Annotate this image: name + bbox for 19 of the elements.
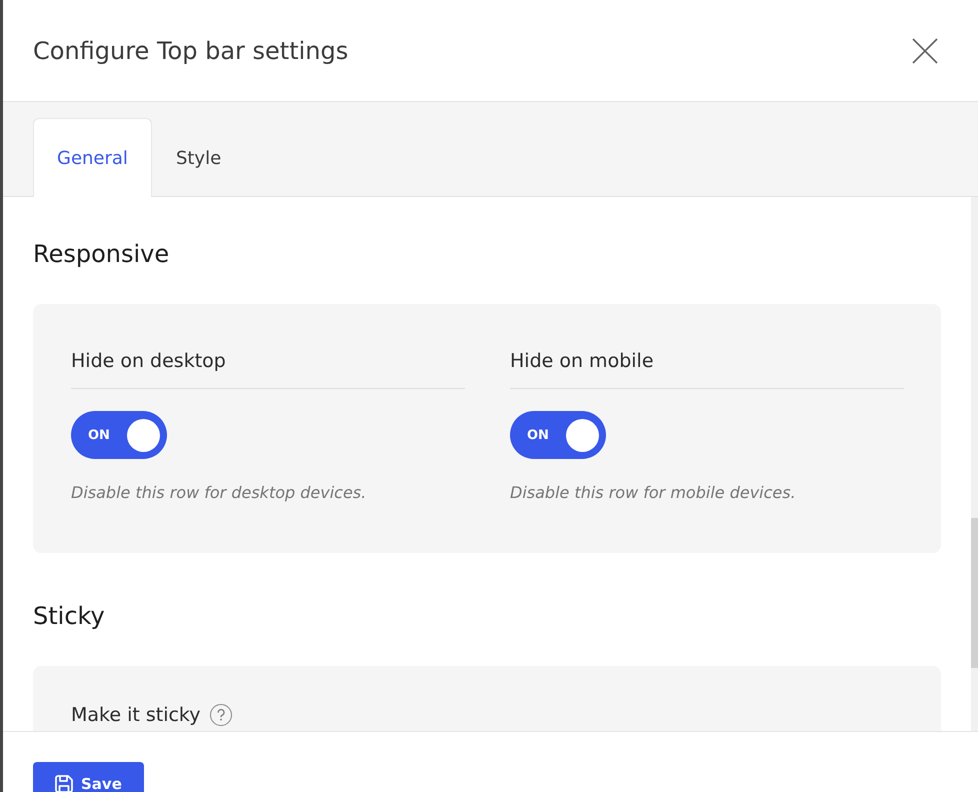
setting-description: Disable this row for mobile devices. (510, 482, 797, 504)
setting-label: Make it sticky (71, 703, 201, 727)
scrollbar-track[interactable] (971, 197, 978, 731)
section-heading: Sticky (33, 601, 106, 632)
setting-label: Hide on mobile (510, 349, 654, 373)
save-button[interactable]: Save (33, 762, 144, 792)
dialog-title: Configure Top bar settings (33, 36, 348, 66)
toggle-knob (566, 418, 599, 452)
setting-label: Hide on desktop (71, 349, 226, 373)
toggle-switch[interactable]: ON (510, 411, 606, 459)
tab[interactable]: Style (152, 118, 246, 197)
section-heading: Responsive (33, 239, 170, 270)
toggle-knob (127, 418, 160, 452)
setting-description: Disable this row for desktop devices. (71, 482, 368, 504)
help-icon[interactable] (210, 704, 232, 726)
scrollbar-thumb[interactable] (971, 518, 978, 668)
toggle-switch[interactable]: ON (71, 411, 167, 459)
tab[interactable]: General (33, 118, 152, 197)
close-icon[interactable] (912, 38, 938, 64)
